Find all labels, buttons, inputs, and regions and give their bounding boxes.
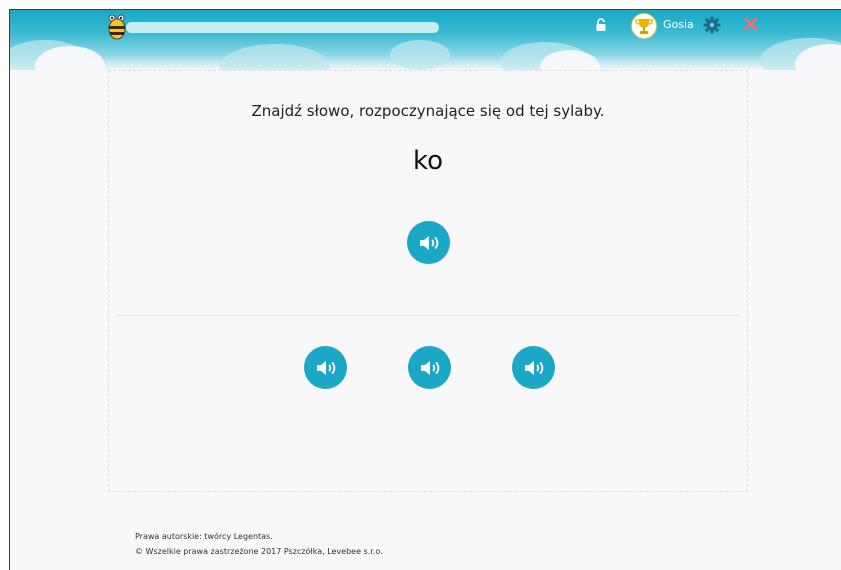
exercise-card: Znajdź słowo, rozpoczynające się od tej … (108, 70, 748, 492)
progress-bar (126, 22, 439, 33)
play-syllable-button[interactable] (407, 221, 450, 264)
speaker-icon (524, 360, 543, 375)
username-label[interactable]: Gosia (663, 18, 694, 31)
lock-icon[interactable] (595, 18, 607, 32)
cloud-decoration (220, 44, 330, 70)
gear-icon[interactable] (703, 16, 721, 34)
cloud-decoration (390, 40, 450, 70)
header: Gosia (10, 10, 841, 70)
close-icon[interactable] (744, 17, 758, 31)
footer-copyright-rights: © Wszelkie prawa zastrzeżone 2017 Pszczó… (135, 547, 383, 556)
bee-logo-icon[interactable] (106, 14, 128, 40)
app-window: Gosia Znajdź słowo, rozpoczynające się o… (9, 9, 841, 570)
speaker-icon (316, 360, 335, 375)
speaker-icon (420, 360, 439, 375)
footer-copyright-authors: Prawa autorskie: twórcy Legentas. (135, 532, 273, 541)
answer-option-button[interactable] (512, 346, 555, 389)
instruction-text: Znajdź słowo, rozpoczynające się od tej … (251, 102, 605, 120)
syllable-text: ko (412, 146, 444, 176)
answer-option-button[interactable] (304, 346, 347, 389)
divider (116, 315, 740, 316)
trophy-avatar-icon[interactable] (631, 13, 657, 39)
answer-option-button[interactable] (408, 346, 451, 389)
speaker-icon (419, 235, 438, 250)
